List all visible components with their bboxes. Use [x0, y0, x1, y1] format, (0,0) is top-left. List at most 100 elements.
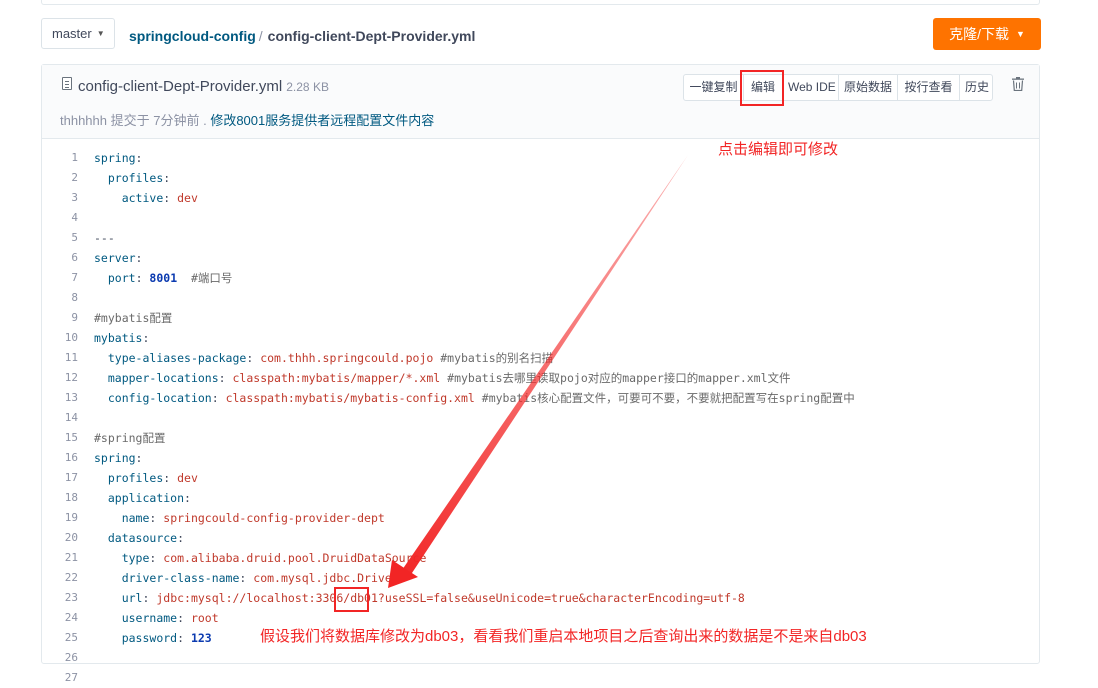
line-content: config-location: classpath:mybatis/mybat…	[94, 388, 855, 408]
line-number[interactable]: 21	[42, 548, 78, 568]
breadcrumb-repo-link[interactable]: springcloud-config	[129, 28, 256, 44]
branch-name: master	[52, 26, 92, 41]
code-token: profiles	[107, 171, 164, 185]
line-number[interactable]: 12	[42, 368, 78, 388]
line-number[interactable]: 14	[42, 408, 78, 428]
line-number[interactable]: 19	[42, 508, 78, 528]
line-number[interactable]: 4	[42, 208, 78, 228]
line-number[interactable]: 18	[42, 488, 78, 508]
line-number[interactable]: 6	[42, 248, 78, 268]
line-content: #mybatis配置	[94, 308, 172, 328]
line-content: username: root	[94, 608, 219, 628]
breadcrumb-file: config-client-Dept-Provider.yml	[267, 28, 476, 44]
code-token: driver-class-name	[121, 571, 240, 585]
db-hint-note: 假设我们将数据库修改为db03，看看我们重启本地项目之后查询出来的数据是不是来自…	[260, 628, 867, 645]
caret-down-icon: ▼	[1015, 29, 1025, 39]
line-content: driver-class-name: com.mysql.jdbc.Driver	[94, 568, 399, 588]
line-number[interactable]: 8	[42, 288, 78, 308]
line-number[interactable]: 20	[42, 528, 78, 548]
line-number[interactable]: 1	[42, 148, 78, 168]
code-token: springcould-config-provider-dept	[163, 511, 385, 525]
code-line: 26	[42, 648, 1039, 668]
code-line: 13 config-location: classpath:mybatis/my…	[42, 388, 1039, 408]
line-number[interactable]: 7	[42, 268, 78, 288]
code-token: :	[135, 271, 150, 285]
history-button[interactable]: 历史	[959, 75, 992, 100]
clone-download-button[interactable]: 克隆/下载 ▼	[933, 18, 1041, 50]
code-token: name	[121, 511, 150, 525]
code-token: active	[121, 191, 164, 205]
code-token: :	[163, 471, 178, 485]
code-token: type-aliases-package	[107, 351, 247, 365]
line-content: spring:	[94, 448, 142, 468]
line-number[interactable]: 5	[42, 228, 78, 248]
line-number[interactable]: 15	[42, 428, 78, 448]
commit-author[interactable]: thhhhhh	[60, 113, 107, 128]
code-token: :	[177, 631, 191, 645]
line-number[interactable]: 27	[42, 668, 78, 688]
web-ide-button[interactable]: Web IDE	[782, 75, 838, 100]
line-number[interactable]: 24	[42, 608, 78, 628]
line-number[interactable]: 2	[42, 168, 78, 188]
code-token: :	[163, 171, 171, 185]
line-content: type: com.alibaba.druid.pool.DruidDataSo…	[94, 548, 427, 568]
code-token: com.alibaba.druid.pool.DruidDataSource	[163, 551, 427, 565]
code-token: type	[121, 551, 150, 565]
line-number[interactable]: 13	[42, 388, 78, 408]
code-token: :	[218, 371, 233, 385]
code-token: :	[135, 251, 143, 265]
raw-button[interactable]: 原始数据	[838, 75, 897, 100]
line-number[interactable]: 25	[42, 628, 78, 648]
blame-button[interactable]: 按行查看	[897, 75, 959, 100]
code-token: datasource	[107, 531, 178, 545]
code-token: classpath:mybatis/mybatis-config.xml	[225, 391, 475, 405]
line-number[interactable]: 11	[42, 348, 78, 368]
breadcrumb-separator: /	[258, 28, 263, 44]
line-content: application:	[94, 488, 191, 508]
code-token: :	[149, 511, 164, 525]
line-number[interactable]: 17	[42, 468, 78, 488]
line-content: url: jdbc:mysql://localhost:3306/db01?us…	[94, 588, 745, 608]
line-number[interactable]: 9	[42, 308, 78, 328]
line-number[interactable]: 22	[42, 568, 78, 588]
code-line: 14	[42, 408, 1039, 428]
commit-message[interactable]: 修改8001服务提供者远程配置文件内容	[210, 113, 434, 128]
branch-select[interactable]: master ▼	[41, 18, 115, 49]
code-line: 12 mapper-locations: classpath:mybatis/m…	[42, 368, 1039, 388]
code-token: #mybatis核心配置文件，可要可不要，不要就把配置写在spring配置中	[481, 391, 855, 405]
code-token: server	[94, 251, 136, 265]
copy-button[interactable]: 一键复制	[684, 75, 743, 100]
code-token: #mybatis配置	[94, 311, 173, 325]
line-content: server:	[94, 248, 142, 268]
code-line: 16 spring:	[42, 448, 1039, 468]
line-number[interactable]: 3	[42, 188, 78, 208]
code-token: :	[142, 331, 150, 345]
edit-highlight-box	[740, 70, 784, 106]
code-token: :	[184, 491, 191, 505]
file-header: config-client-Dept-Provider.yml 2.28 KB t…	[42, 65, 1039, 139]
line-number[interactable]: 16	[42, 448, 78, 468]
line-content: type-aliases-package: com.thhh.springcou…	[94, 348, 553, 368]
code-line: 19 name: springcould-config-provider-dep…	[42, 508, 1039, 528]
line-number[interactable]: 26	[42, 648, 78, 668]
code-token: :	[177, 531, 185, 545]
code-token: #spring配置	[94, 431, 166, 445]
line-number[interactable]: 10	[42, 328, 78, 348]
code-token: #mybatis的别名扫描	[440, 351, 554, 365]
line-number[interactable]: 23	[42, 588, 78, 608]
trash-icon[interactable]	[1012, 77, 1024, 91]
code-token: :	[135, 151, 143, 165]
code-line: 15 #spring配置	[42, 428, 1039, 448]
code-line: 2 profiles:	[42, 168, 1039, 188]
code-token: :	[246, 351, 261, 365]
line-content: #spring配置	[94, 428, 165, 448]
